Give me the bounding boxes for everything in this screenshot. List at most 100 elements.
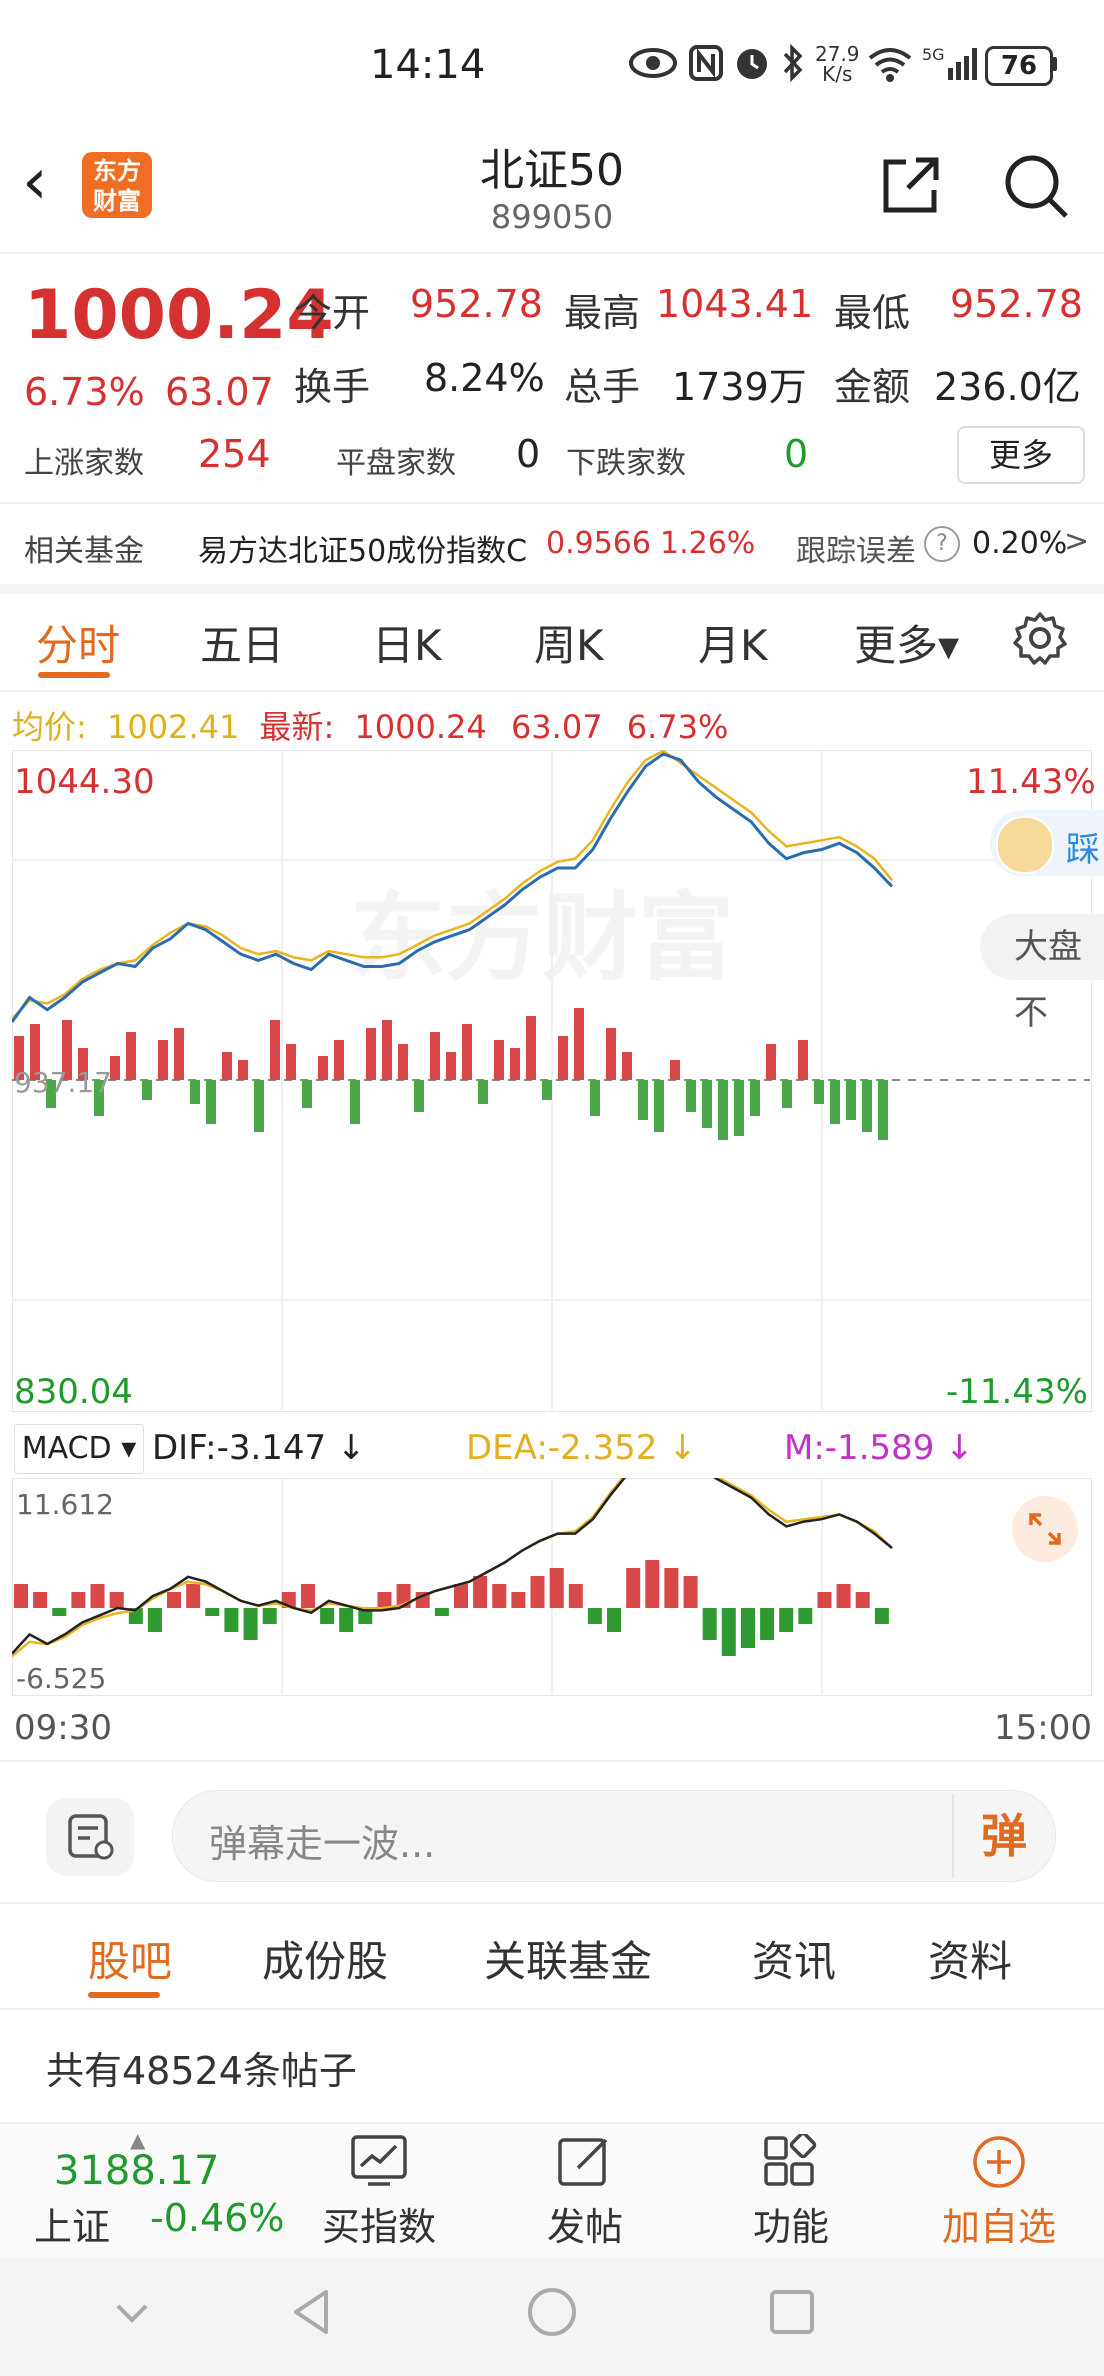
macd-bar (779, 1608, 794, 1632)
tab-monthly-k[interactable]: 月K (698, 612, 768, 673)
volume-bar (510, 1048, 520, 1080)
tab-daily-k[interactable]: 日K (372, 612, 442, 673)
tab-five-day[interactable]: 五日 (200, 612, 284, 673)
macd-bar (741, 1608, 755, 1648)
index-name: 上证 (34, 2205, 111, 2249)
macd-bar (14, 1584, 28, 1608)
macd-bar (71, 1592, 86, 1608)
share-icon[interactable] (876, 150, 946, 220)
volume-bar (206, 1080, 216, 1124)
danmu-send-button[interactable]: 弹 (952, 1794, 1054, 1878)
tab-more[interactable]: 更多▾ (854, 612, 959, 673)
volume-label: 总手 (564, 365, 641, 409)
turnover-value: 8.24% (424, 356, 545, 400)
tab-forum[interactable]: 股吧 (88, 1928, 172, 1989)
tab-intraday[interactable]: 分时 (36, 612, 120, 673)
gear-icon[interactable] (1012, 610, 1068, 666)
current-price: 1000.24 (24, 276, 334, 355)
macd-selector[interactable]: MACD ▾ (14, 1424, 144, 1474)
recents-nav-icon[interactable] (768, 2288, 816, 2336)
volume-bar (302, 1080, 312, 1108)
macd-bar (549, 1568, 564, 1608)
up-count-label: 上涨家数 (24, 446, 144, 481)
grid-icon (764, 2134, 817, 2186)
features-label: 功能 (752, 2205, 829, 2249)
change-value: 63.07 (165, 370, 274, 414)
volume-value: 1739万 (672, 365, 807, 409)
high-value: 1043.41 (656, 282, 814, 326)
market-toggle-button[interactable]: 大盘不 (980, 914, 1104, 1033)
index-ticker[interactable]: ▲ 3188.17 上证 -0.46% (0, 2124, 284, 2260)
open-label: 今开 (294, 291, 371, 335)
volume-bar (574, 1008, 584, 1080)
fund-name: 易方达北证50成份指数C (198, 534, 528, 569)
macd-bar (607, 1608, 621, 1632)
danmu-input[interactable]: 弹幕走一波... (172, 1790, 1056, 1882)
volume-bar (286, 1044, 296, 1080)
side-badge-text: 踩 (1066, 830, 1100, 870)
more-button[interactable]: 更多 (957, 426, 1085, 484)
amount-value: 236.0亿 (934, 365, 1081, 409)
chart-trend-icon (351, 2135, 407, 2186)
danmu-toggle-button[interactable] (46, 1798, 134, 1876)
low-value: 952.78 (950, 282, 1083, 326)
volume-bar (126, 1032, 136, 1080)
macd-bar (454, 1584, 468, 1608)
volume-bar (190, 1080, 200, 1104)
post-button[interactable]: 发帖 (510, 2134, 660, 2254)
back-nav-icon[interactable] (288, 2286, 332, 2338)
macd-bar (492, 1584, 507, 1608)
down-count-label: 下跌家数 (566, 446, 686, 481)
tab-constituents[interactable]: 成份股 (262, 1928, 388, 1989)
buy-index-button[interactable]: 买指数 (304, 2134, 454, 2254)
chevron-down-icon[interactable] (112, 2292, 152, 2332)
macd-bar (224, 1608, 239, 1632)
volume-bar (654, 1080, 664, 1132)
open-value: 952.78 (410, 282, 543, 326)
mascot-icon (996, 816, 1054, 874)
x-axis-start-label: 09:30 (14, 1708, 112, 1748)
macd-bar (205, 1608, 220, 1616)
macd-bar (262, 1608, 277, 1624)
avg-label: 均价: (12, 708, 87, 746)
tab-profile[interactable]: 资料 (928, 1928, 1012, 1989)
expand-button[interactable] (1012, 1496, 1078, 1562)
x-axis-end-label: 15:00 (994, 1708, 1092, 1748)
nfc-icon (689, 45, 723, 81)
bottom-action-bar: ▲ 3188.17 上证 -0.46% 买指数 发帖 功能 加自选 (0, 2122, 1104, 2260)
high-label: 最高 (564, 291, 641, 335)
turnover-label: 换手 (294, 365, 371, 409)
home-nav-icon[interactable] (526, 2286, 578, 2338)
macd-dea: DEA:-2.352 ↓ (466, 1428, 697, 1468)
macd-bar (147, 1608, 162, 1632)
tab-weekly-k[interactable]: 周K (534, 612, 604, 673)
volume-bar (830, 1080, 840, 1124)
tab-active-indicator (38, 672, 110, 678)
macd-bar (836, 1584, 851, 1608)
macd-bar (167, 1592, 181, 1608)
tab-related-funds[interactable]: 关联基金 (484, 1928, 652, 1989)
related-fund-row[interactable]: 相关基金 易方达北证50成份指数C 0.9566 1.26% 跟踪误差 ? 0.… (0, 504, 1104, 584)
macd-bar (798, 1608, 813, 1624)
volume-bar (350, 1080, 360, 1124)
tracking-error-label: 跟踪误差 (796, 534, 916, 569)
volume-bar (222, 1052, 232, 1080)
volume-bar (462, 1024, 472, 1080)
y-axis-top-label: 1044.30 (14, 762, 155, 802)
volume-bar (606, 1028, 616, 1080)
macd-bar (530, 1576, 545, 1608)
latest-value: 1000.24 (354, 708, 487, 746)
tab-news[interactable]: 资讯 (752, 1928, 836, 1989)
volume-bar (334, 1040, 344, 1080)
volume-bar (590, 1080, 600, 1116)
search-icon[interactable] (1000, 150, 1070, 220)
side-promo-badge[interactable]: 踩 (990, 810, 1104, 876)
add-to-watchlist-button[interactable]: 加自选 (924, 2134, 1074, 2254)
bluetooth-icon (783, 44, 803, 82)
volume-bar (158, 1040, 168, 1080)
up-count: 254 (198, 432, 271, 476)
volume-bar (542, 1080, 552, 1100)
volume-bar (478, 1080, 488, 1104)
features-button[interactable]: 功能 (716, 2134, 866, 2254)
help-icon[interactable]: ? (924, 526, 960, 562)
